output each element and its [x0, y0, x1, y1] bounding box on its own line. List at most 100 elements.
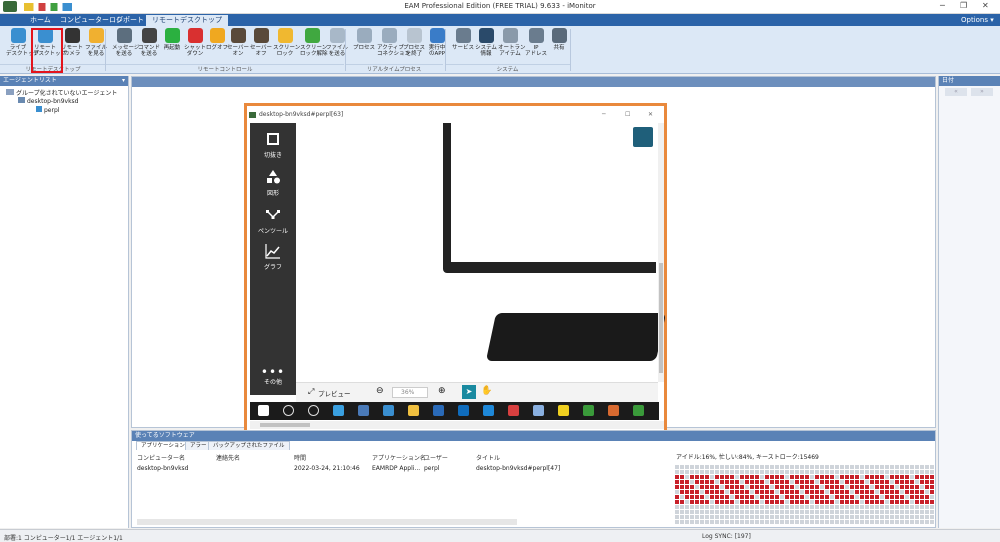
edge-icon[interactable]	[333, 405, 344, 416]
ribbon-button-connection[interactable]: アクティブ コネクション	[377, 28, 410, 64]
activity-cell	[715, 485, 719, 489]
viewer-minimize-icon[interactable]: ─	[602, 106, 606, 124]
ribbon-button-screensaver-on[interactable]: セーバー オン	[226, 28, 250, 64]
hand-icon[interactable]: ✋	[481, 386, 492, 396]
tree-user[interactable]: perpl	[36, 106, 59, 114]
task-view-icon[interactable]	[308, 405, 319, 416]
col-computer[interactable]: コンピューター名	[137, 453, 185, 462]
pen-label: ペンツール	[257, 228, 288, 235]
col-user[interactable]: ユーザー	[424, 453, 448, 462]
next-arrows-icon[interactable]: »	[971, 88, 993, 96]
ribbon-button-restart[interactable]: 再起動	[160, 28, 184, 64]
activity-cell	[880, 480, 884, 484]
ribbon-button-unlock-screen[interactable]: スクリーン ロック解除	[300, 28, 328, 64]
activity-cell	[690, 520, 694, 524]
col-app-name[interactable]: アプリケーション名	[372, 453, 426, 462]
ribbon-button-message[interactable]: メッセージ を送る	[112, 28, 139, 64]
teams-icon[interactable]	[458, 405, 469, 416]
tree-computer[interactable]: desktop-bn9vksd	[18, 97, 79, 105]
activity-cell	[765, 465, 769, 469]
tab-backup-files[interactable]: バックアップされたファイル	[208, 441, 290, 450]
explorer-icon[interactable]	[383, 405, 394, 416]
activity-cell	[755, 485, 759, 489]
vscroll-thumb[interactable]	[659, 263, 663, 373]
options-menu[interactable]: Options ▾	[955, 15, 1000, 26]
activity-cell	[765, 470, 769, 474]
ribbon-button-lock-screen[interactable]: スクリーン ロック	[273, 28, 300, 64]
activity-cell	[790, 500, 794, 504]
app-icon[interactable]	[633, 127, 653, 147]
pen-tool[interactable]: ペンツール	[250, 207, 296, 235]
pdf-icon[interactable]	[508, 405, 519, 416]
crop-tool[interactable]: 切抜き	[250, 131, 296, 159]
viewer-maximize-icon[interactable]: ☐	[625, 106, 630, 124]
maximize-icon[interactable]: ❐	[960, 1, 967, 10]
ribbon-group-label: システム	[445, 64, 570, 73]
preview-label[interactable]: プレビュー	[318, 388, 351, 398]
close-icon[interactable]: ✕	[982, 1, 989, 10]
preview-horizontal-scrollbar[interactable]	[250, 421, 664, 429]
ribbon-button-autorun[interactable]: オートラン アイテム	[498, 28, 526, 64]
app-icon[interactable]	[358, 405, 369, 416]
activity-cell	[685, 495, 689, 499]
activity-cell	[710, 500, 714, 504]
viewer-close-icon[interactable]: ✕	[648, 106, 653, 124]
ribbon-button-ip-address[interactable]: IP アドレス	[524, 28, 548, 64]
activity-cell	[860, 505, 864, 509]
col-title[interactable]: タイトル	[476, 453, 500, 462]
start-icon[interactable]	[258, 405, 269, 416]
zoom-in-icon[interactable]: ⊕	[438, 386, 446, 396]
activity-cell	[865, 475, 869, 479]
activity-cell	[890, 490, 894, 494]
activity-cell	[745, 475, 749, 479]
more-tool[interactable]: ••• その他	[250, 366, 296, 386]
hscroll-thumb[interactable]	[260, 423, 310, 427]
activity-cell	[915, 515, 919, 519]
ribbon-button-camera[interactable]: リモート カメラ	[60, 28, 84, 64]
cloud-icon[interactable]	[483, 405, 494, 416]
ribbon-button-command[interactable]: コマンド を送る	[137, 28, 161, 64]
ribbon-button-shutdown[interactable]: シャット ダウン	[183, 28, 207, 64]
app2-icon[interactable]	[633, 405, 644, 416]
zoom-select[interactable]: 36%	[392, 387, 428, 398]
collapse-icon[interactable]: ▾	[122, 77, 125, 84]
shape-tool[interactable]: 図形	[250, 169, 296, 197]
ribbon-group-label: リモートコントロール	[106, 64, 344, 73]
tab-remote-desktop[interactable]: リモートデスクトップ	[146, 15, 228, 26]
col-contact[interactable]: 連絡先名	[216, 453, 240, 462]
notes-icon[interactable]	[558, 405, 569, 416]
prev-arrows-icon[interactable]: «	[945, 88, 967, 96]
tab-report[interactable]: レポート	[110, 15, 150, 26]
minimize-icon[interactable]: ─	[940, 1, 945, 10]
mail-icon[interactable]	[408, 405, 419, 416]
pointer-icon[interactable]: ➤	[462, 385, 476, 399]
tab-applications[interactable]: アプリケーション	[136, 441, 190, 450]
ribbon-button-kill-process[interactable]: プロセス を終了	[402, 28, 426, 64]
activity-cell	[865, 510, 869, 514]
ribbon-button-share[interactable]: 共有	[547, 28, 571, 64]
ribbon-button-screensaver-off[interactable]: セーバー オフ	[249, 28, 273, 64]
image-icon[interactable]	[533, 405, 544, 416]
search-icon[interactable]	[283, 405, 294, 416]
activity-cell	[925, 520, 929, 524]
ribbon-button-service[interactable]: サービス	[451, 28, 475, 64]
ribbon-button-process[interactable]: プロセス	[352, 28, 376, 64]
outlook-icon[interactable]	[433, 405, 444, 416]
remote-viewer-window[interactable]: desktop-bn9vksd#perpl[63] ─ ☐ ✕ 切抜き 図形 ペ…	[244, 103, 667, 437]
bottom-hscroll[interactable]	[137, 519, 517, 525]
activity-cell	[730, 465, 734, 469]
tree-group[interactable]: グループ化されていないエージェント	[6, 88, 117, 97]
col-time[interactable]: 時間	[294, 453, 306, 462]
activity-cell	[770, 495, 774, 499]
zoom-out-icon[interactable]: ⊖	[376, 386, 384, 396]
pen-app-icon[interactable]	[608, 405, 619, 416]
ribbon-button-system-info[interactable]: システム 情報	[474, 28, 498, 64]
media-icon[interactable]	[583, 405, 594, 416]
preview-vertical-scrollbar[interactable]	[658, 123, 664, 382]
tab-home[interactable]: ホーム	[24, 15, 57, 26]
graph-tool[interactable]: グラフ	[250, 243, 296, 271]
activity-cell	[895, 495, 899, 499]
ribbon-button-monitor[interactable]: ライブ デスクトップ	[6, 28, 39, 64]
activity-cell	[890, 480, 894, 484]
activity-cell	[775, 485, 779, 489]
